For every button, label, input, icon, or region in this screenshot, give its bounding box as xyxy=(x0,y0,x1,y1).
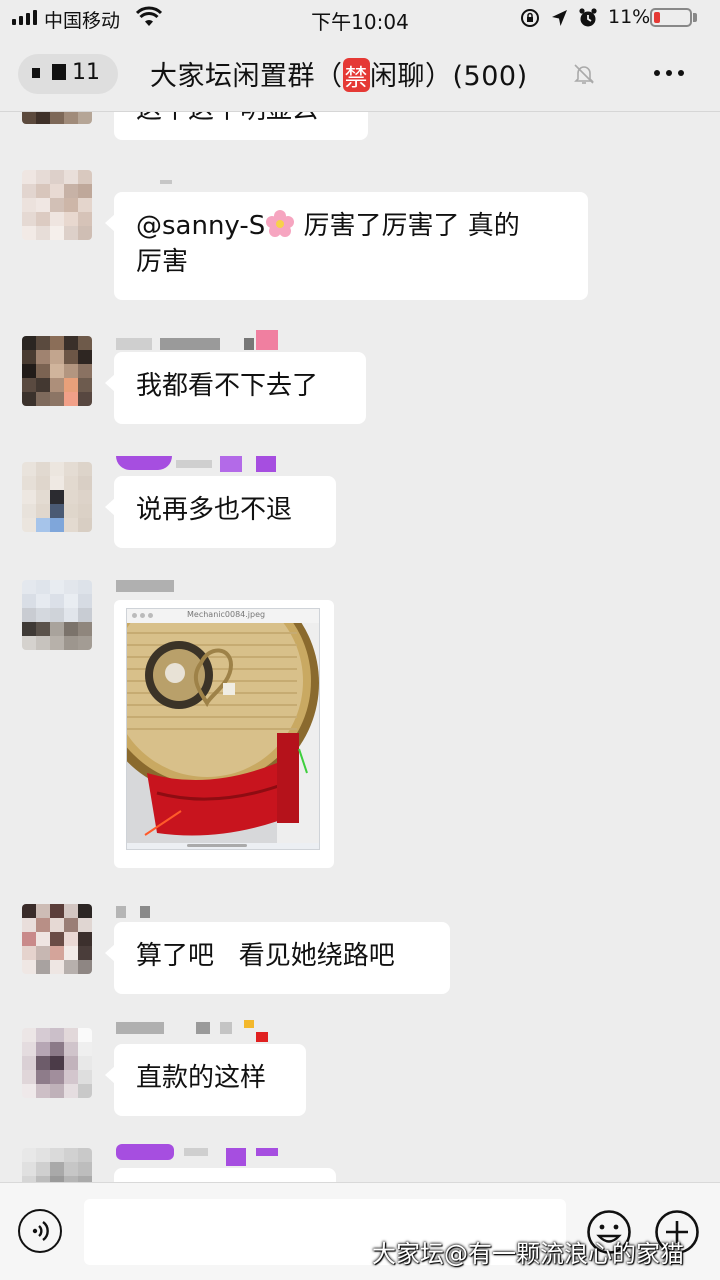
message-bubble[interactable]: @sanny-S 厉害了厉害了 真的 厉害 xyxy=(105,192,588,300)
sender-name-blur xyxy=(116,1022,164,1034)
avatar[interactable] xyxy=(22,904,92,974)
battery-tip xyxy=(693,13,697,22)
message-bubble[interactable]: 算了吧 看见她绕路吧 xyxy=(105,922,450,994)
message-text: 这个这个明显么 xyxy=(136,112,318,125)
sender-name-blur xyxy=(116,338,152,350)
voice-icon xyxy=(32,1221,49,1241)
sender-name-blur xyxy=(140,906,150,918)
chat-header: 11 大家坛闲置群（禁闲聊）(500) xyxy=(0,36,720,112)
lock-rotation-icon xyxy=(521,9,539,27)
avatar[interactable] xyxy=(22,1148,92,1182)
more-icon[interactable] xyxy=(654,70,684,76)
avatar[interactable] xyxy=(22,1028,92,1098)
location-icon xyxy=(552,10,567,26)
avatar[interactable] xyxy=(22,112,92,124)
sender-name-blur xyxy=(226,1148,246,1166)
chat-title-suffix: 闲聊）(500) xyxy=(370,61,528,92)
battery-icon xyxy=(650,8,692,27)
sender-name-blur xyxy=(196,1022,210,1034)
sender-name-blur xyxy=(244,1020,254,1028)
photo-window: Mechanic0084.jpeg xyxy=(126,608,320,850)
flower-icon xyxy=(266,210,295,237)
sender-name-blur xyxy=(256,1032,268,1042)
avatar[interactable] xyxy=(22,580,92,650)
unread-count: 11 xyxy=(72,60,100,85)
back-button[interactable]: 11 xyxy=(18,54,118,94)
message-text: 直款的这样 xyxy=(136,1063,267,1093)
sender-name-blur xyxy=(256,330,278,350)
message-bubble[interactable]: 直款的这样 xyxy=(105,1044,306,1116)
sender-name-blur xyxy=(244,338,254,350)
message-bubble[interactable]: 说再多也不退 xyxy=(105,476,336,548)
avatar[interactable] xyxy=(22,336,92,406)
avatar[interactable] xyxy=(22,170,92,240)
image-scrollbar xyxy=(187,844,247,847)
message-bubble[interactable] xyxy=(114,1168,336,1182)
message-bubble[interactable]: 我都看不下去了 xyxy=(105,352,366,424)
sender-name-blur xyxy=(176,460,212,468)
sender-name-blur xyxy=(256,456,276,472)
mention-text: @sanny-S xyxy=(136,211,266,241)
image-message[interactable]: Mechanic0084.jpeg xyxy=(114,600,334,868)
sender-name-blur xyxy=(116,1144,174,1160)
watermark: 大家坛@有一颗流浪心的家猫 xyxy=(372,1240,684,1268)
forbidden-badge: 禁 xyxy=(342,58,370,92)
status-bar: 中国移动 下午10:04 11% xyxy=(0,0,720,36)
unread-blur xyxy=(52,64,66,80)
image-toolbar: Mechanic0084.jpeg xyxy=(127,609,319,624)
back-arrow-icon xyxy=(32,68,40,78)
message-text-line2: 厉害 xyxy=(136,247,189,277)
chat-title-prefix: 大家坛闲置群（ xyxy=(150,61,343,92)
chat-title: 大家坛闲置群（禁闲聊）(500) xyxy=(150,54,528,93)
battery-percent: 11% xyxy=(608,6,651,28)
avatar[interactable] xyxy=(22,462,92,532)
voice-button[interactable] xyxy=(18,1209,62,1253)
sender-name-blur xyxy=(160,180,172,184)
sender-name-blur xyxy=(160,338,220,350)
message-text: 说再多也不退 xyxy=(136,495,293,525)
mute-icon xyxy=(574,64,594,84)
message-list[interactable]: 这个这个明显么 @sanny-S 厉害了厉害了 真的 厉害 我都看不下去了 xyxy=(0,112,720,1182)
message-text: 厉害了厉害了 真的 xyxy=(295,211,520,241)
watch-photo xyxy=(127,623,319,843)
sender-name-blur xyxy=(256,1148,278,1156)
message-text: 算了吧 看见她绕路吧 xyxy=(136,941,395,971)
sender-name-blur xyxy=(116,906,126,918)
message-bubble[interactable]: 这个这个明显么 xyxy=(114,112,368,140)
sender-name-blur xyxy=(116,580,174,592)
message-text: 我都看不下去了 xyxy=(136,371,319,401)
sender-name-blur xyxy=(220,456,242,472)
image-filename: Mechanic0084.jpeg xyxy=(187,610,266,619)
sender-name-blur xyxy=(220,1022,232,1034)
alarm-icon xyxy=(579,8,597,27)
sender-name-blur xyxy=(116,456,172,470)
sender-name-blur xyxy=(184,1148,208,1156)
